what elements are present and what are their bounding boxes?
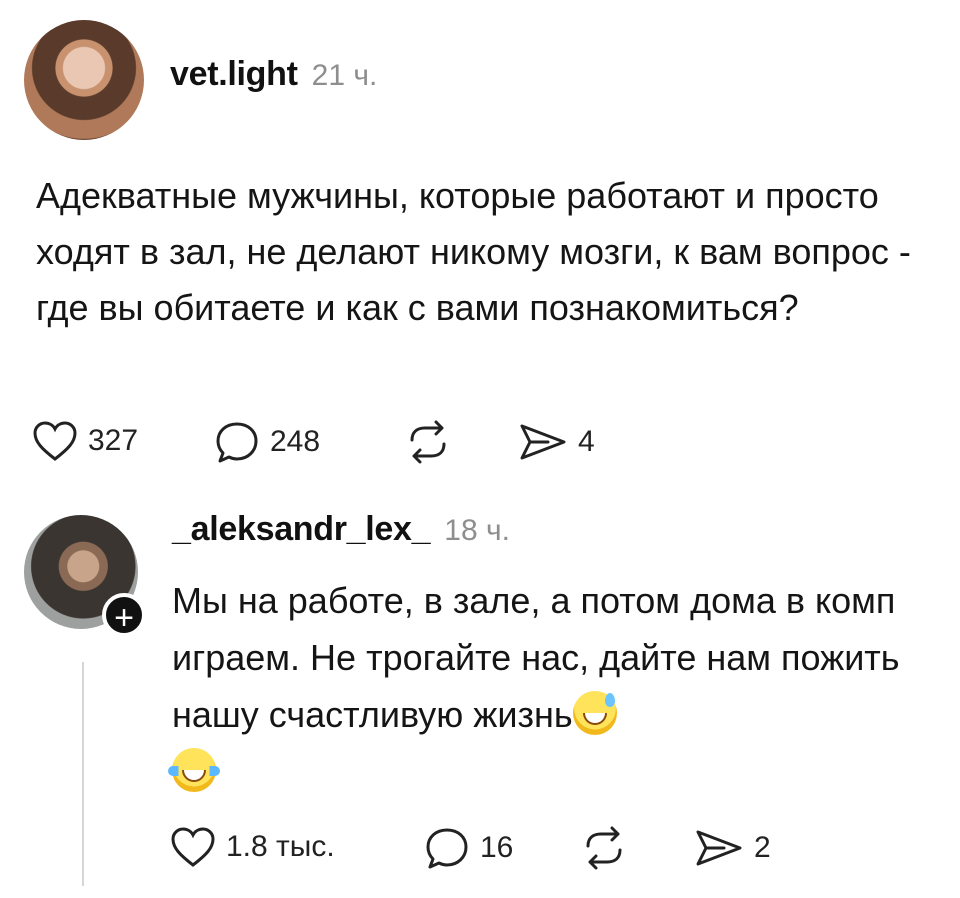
post-text: Адекватные мужчины, которые работают и п… bbox=[36, 175, 911, 328]
reply-username[interactable]: _aleksandr_lex_ bbox=[172, 510, 431, 549]
heart-icon bbox=[32, 420, 78, 462]
reply-text: Мы на работе, в зале, а потом дома в ком… bbox=[172, 580, 900, 735]
post-header: vet.light 21 ч. bbox=[170, 55, 377, 94]
heart-icon bbox=[170, 826, 216, 868]
reply-comment-count: 16 bbox=[480, 831, 514, 864]
reply-comment-button[interactable]: 16 bbox=[424, 826, 513, 870]
grinning-sweat-emoji bbox=[572, 691, 617, 735]
like-count: 327 bbox=[88, 424, 139, 457]
repost-icon bbox=[404, 420, 452, 464]
reply-repost-button[interactable] bbox=[580, 826, 628, 870]
reply-header: _aleksandr_lex_ 18 ч. bbox=[172, 510, 510, 549]
author-avatar[interactable] bbox=[24, 20, 144, 140]
comment-icon bbox=[214, 420, 260, 464]
post-username[interactable]: vet.light bbox=[170, 55, 298, 94]
repost-button[interactable] bbox=[404, 420, 452, 464]
comment-button[interactable]: 248 bbox=[214, 420, 320, 464]
tears-of-joy-emoji bbox=[168, 748, 220, 792]
comment-count: 248 bbox=[270, 425, 321, 458]
like-button[interactable]: 327 bbox=[32, 420, 138, 462]
share-icon bbox=[694, 826, 744, 870]
thread-line bbox=[82, 662, 84, 886]
share-button[interactable]: 4 bbox=[518, 420, 595, 464]
reply-like-button[interactable]: 1.8 тыс. bbox=[170, 826, 335, 868]
reply-like-count: 1.8 тыс. bbox=[226, 830, 335, 863]
reply-share-button[interactable]: 2 bbox=[694, 826, 771, 870]
follow-badge[interactable]: + bbox=[102, 593, 146, 637]
share-icon bbox=[518, 420, 568, 464]
repost-icon bbox=[580, 826, 628, 870]
share-count: 4 bbox=[578, 425, 595, 458]
reply-share-count: 2 bbox=[754, 831, 771, 864]
post-time: 21 ч. bbox=[311, 59, 378, 92]
reply-text-block: Мы на работе, в зале, а потом дома в ком… bbox=[168, 572, 932, 800]
comment-icon bbox=[424, 826, 470, 870]
reply-time: 18 ч. bbox=[444, 514, 510, 547]
